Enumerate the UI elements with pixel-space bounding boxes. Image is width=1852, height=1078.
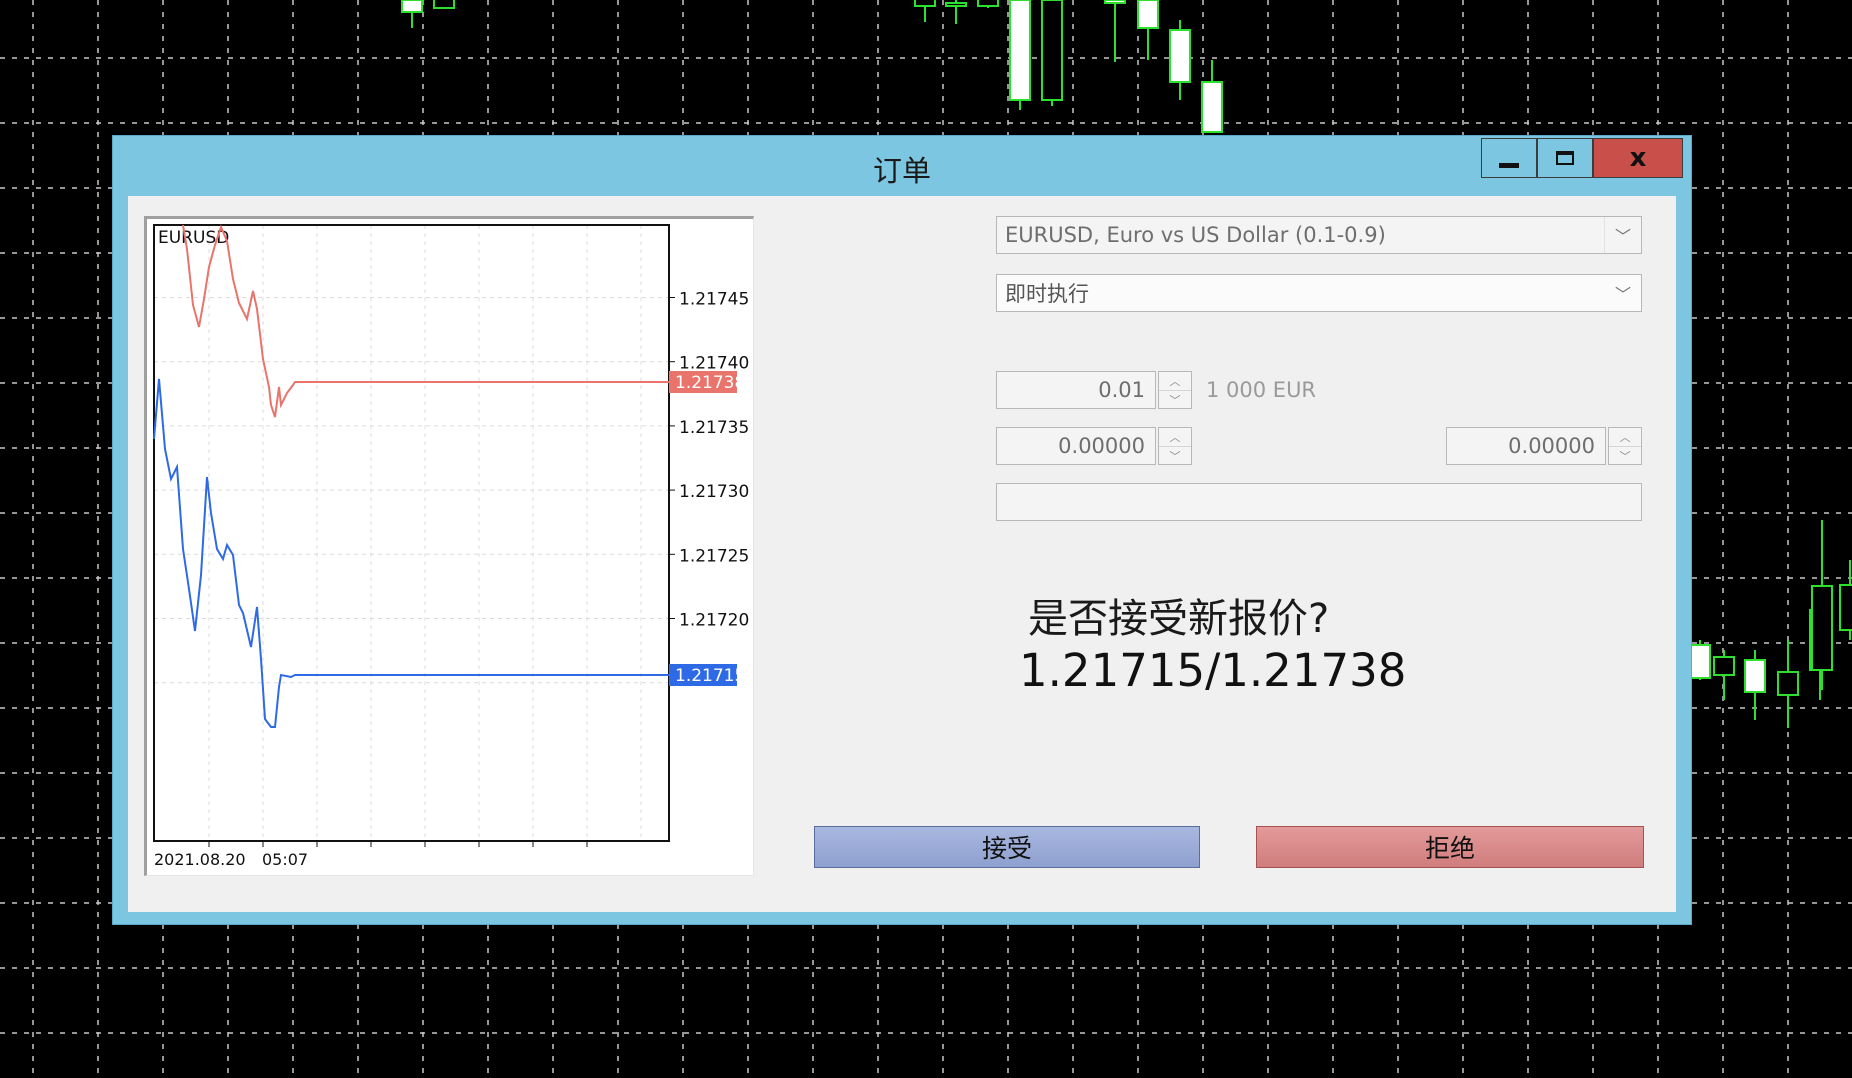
price-tick-label: 1.21730	[679, 482, 749, 502]
chevron-down-icon[interactable]: ﹀	[1605, 275, 1641, 311]
candle-body	[1104, 0, 1126, 4]
candle-body	[1201, 81, 1223, 133]
price-tick-label: 1.21725	[679, 546, 749, 566]
stop-loss-stepper[interactable]: ︿ ﹀	[1158, 427, 1192, 465]
chevron-down-icon[interactable]: ﹀	[1159, 447, 1191, 465]
chevron-down-icon[interactable]: ﹀	[1159, 391, 1191, 409]
price-tick-label: 1.21740	[679, 354, 749, 374]
candle-body	[1137, 0, 1159, 29]
price-tick-label: 1.21720	[679, 611, 749, 631]
candle-body	[977, 0, 999, 7]
volume-unit: 1 000 EUR	[1206, 378, 1317, 402]
take-profit-stepper[interactable]: ︿ ﹀	[1608, 427, 1642, 465]
candle-body	[1713, 656, 1735, 676]
requote-prices: 1.21715/1.21738	[1019, 644, 1407, 697]
close-icon: x	[1629, 143, 1647, 173]
candle-body	[914, 0, 936, 7]
reject-button[interactable]: 拒绝	[1256, 826, 1644, 868]
price-tick-label: 1.21745	[679, 290, 749, 310]
minimize-button[interactable]	[1481, 138, 1537, 178]
time-label: 05:07	[262, 850, 308, 869]
chevron-up-icon[interactable]: ︿	[1159, 428, 1191, 447]
candle-body	[945, 2, 967, 7]
candle-body	[401, 0, 423, 13]
ask-price-label: 1.21738	[675, 373, 745, 393]
candle-body	[1041, 0, 1063, 101]
candle-body	[1689, 644, 1711, 679]
tick-chart: 1.21745 1.21740 1.21735 1.21730 1.21725 1.217…	[153, 224, 749, 869]
execution-type-select[interactable]: 即时执行 ﹀	[996, 274, 1642, 312]
order-dialog: 订单 x 1.21745 1.21740 1.21735 1.21730 1.21725…	[112, 135, 1692, 925]
volume-stepper[interactable]: ︿ ﹀	[1158, 371, 1192, 409]
symbol-select[interactable]: EURUSD, Euro vs US Dollar (0.1-0.9) ﹀	[996, 216, 1642, 254]
minimize-icon	[1499, 162, 1519, 168]
execution-type-value: 即时执行	[1005, 282, 1089, 306]
tick-chart-panel: 1.21745 1.21740 1.21735 1.21730 1.21725 1.217…	[144, 216, 754, 876]
bid-price-line	[153, 378, 669, 728]
ask-price-line	[182, 224, 669, 418]
accept-button[interactable]: 接受	[814, 826, 1200, 868]
chevron-down-icon[interactable]: ﹀	[1609, 447, 1641, 465]
maximize-button[interactable]	[1537, 138, 1593, 178]
bid-price-label: 1.21715	[675, 666, 745, 686]
take-profit-input[interactable]: 0.00000	[1446, 427, 1606, 465]
close-button[interactable]: x	[1593, 138, 1683, 178]
requote-question: 是否接受新报价?	[1028, 596, 1330, 642]
symbol-value: EURUSD, Euro vs US Dollar (0.1-0.9)	[1005, 223, 1386, 247]
candle-body	[1009, 0, 1031, 101]
candle-body	[1169, 29, 1191, 83]
volume-input[interactable]: 0.01	[996, 371, 1156, 409]
chevron-down-icon[interactable]: ﹀	[1604, 217, 1641, 253]
window-title: 订单	[872, 154, 931, 188]
maximize-icon	[1556, 151, 1574, 165]
comment-input[interactable]	[996, 483, 1642, 521]
candle-body	[1744, 659, 1766, 693]
candle-body	[1777, 671, 1799, 696]
dialog-body: 1.21745 1.21740 1.21735 1.21730 1.21725 1.217…	[128, 196, 1676, 912]
time-label: 2021.08.20	[154, 850, 246, 869]
candle-body	[1839, 584, 1852, 631]
chevron-up-icon[interactable]: ︿	[1159, 372, 1191, 391]
chevron-up-icon[interactable]: ︿	[1609, 428, 1641, 447]
stop-loss-input[interactable]: 0.00000	[996, 427, 1156, 465]
candle-body	[1811, 585, 1833, 671]
chart-frame	[153, 224, 670, 842]
candle-body	[433, 0, 455, 9]
price-tick-label: 1.21735	[679, 418, 749, 438]
title-bar[interactable]: 订单 x	[113, 136, 1691, 193]
